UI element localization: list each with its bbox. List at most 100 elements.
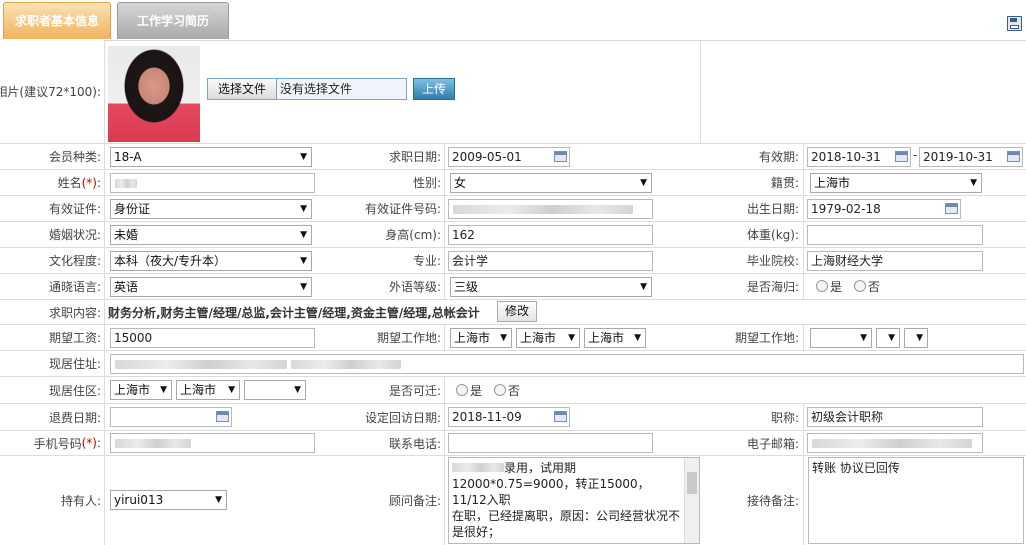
applicant-form: 相片(建议72*100): 选择文件 没有选择文件 上传 会员种类: 18-A ▼… bbox=[0, 40, 1026, 545]
current-area-select-1[interactable]: 上海市 ▼ bbox=[110, 380, 172, 400]
valid-to-input[interactable]: 2019-10-31 bbox=[919, 147, 1023, 167]
valid-from-input[interactable]: 2018-10-31 bbox=[807, 147, 911, 167]
tab-basic-info[interactable]: 求职者基本信息 bbox=[3, 2, 111, 39]
education-select[interactable]: 本科（夜大/专升本） ▼ bbox=[110, 251, 312, 271]
current-area-value-1: 上海市 bbox=[114, 383, 151, 397]
expected-location2-label: 期望工作地: bbox=[700, 325, 802, 350]
overseas-no-radio[interactable] bbox=[853, 280, 866, 292]
chevron-down-icon: ▼ bbox=[634, 333, 641, 343]
name-label-text: 姓名 bbox=[57, 176, 82, 190]
chevron-down-icon: ▼ bbox=[160, 385, 167, 395]
expected-location2-select-1[interactable]: ▼ bbox=[810, 328, 872, 348]
mobile-label-colon: : bbox=[96, 436, 101, 450]
member-type-select[interactable]: 18-A ▼ bbox=[110, 147, 312, 167]
calendar-icon[interactable] bbox=[554, 151, 567, 162]
id-type-select[interactable]: 身份证 ▼ bbox=[110, 199, 312, 219]
calendar-icon[interactable] bbox=[895, 151, 908, 162]
notes-scrollbar[interactable] bbox=[684, 458, 699, 543]
expected-location-select-2[interactable]: 上海市 ▼ bbox=[516, 328, 580, 348]
current-address-input[interactable] bbox=[110, 354, 1024, 374]
height-input[interactable]: 162 bbox=[448, 225, 653, 245]
marital-label: 婚姻状况: bbox=[0, 222, 104, 247]
return-visit-date-input[interactable]: 2018-11-09 bbox=[448, 407, 570, 427]
choose-file-button[interactable]: 选择文件 bbox=[208, 79, 277, 99]
file-picker[interactable]: 选择文件 没有选择文件 bbox=[207, 78, 407, 100]
row-id: 有效证件: 身份证 ▼ 有效证件号码: 出生日期: 1979-02-18 bbox=[0, 196, 1026, 222]
upload-button[interactable]: 上传 bbox=[413, 78, 455, 100]
relocate-no-radio[interactable] bbox=[493, 384, 506, 396]
education-label: 文化程度: bbox=[0, 248, 104, 273]
reception-notes-label: 接待备注: bbox=[700, 456, 802, 545]
calendar-icon[interactable] bbox=[554, 411, 567, 422]
current-area-select-2[interactable]: 上海市 ▼ bbox=[176, 380, 240, 400]
chevron-down-icon: ▼ bbox=[568, 333, 575, 343]
current-area-select-3[interactable]: ▼ bbox=[244, 380, 306, 400]
save-icon[interactable] bbox=[1007, 16, 1022, 31]
calendar-icon[interactable] bbox=[216, 411, 229, 422]
chevron-down-icon: ▼ bbox=[215, 495, 222, 505]
school-input[interactable]: 上海财经大学 bbox=[807, 251, 983, 271]
row-current-area: 现居住区: 上海市 ▼ 上海市 ▼ ▼ 是否可迁: 是 否 bbox=[0, 377, 1026, 404]
row-current-address: 现居住址: bbox=[0, 351, 1026, 377]
current-area-value-2: 上海市 bbox=[180, 383, 217, 397]
calendar-icon[interactable] bbox=[945, 203, 958, 214]
row-member-type: 会员种类: 18-A ▼ 求职日期: 2009-05-01 有效期: 2018-1… bbox=[0, 144, 1026, 170]
valid-period-label: 有效期: bbox=[700, 144, 802, 169]
email-input[interactable] bbox=[807, 433, 983, 453]
consultant-notes-textarea[interactable]: 录用，试用期 12000*0.75=9000，转正15000， 11/12入职 … bbox=[448, 457, 700, 544]
expected-location-select-1[interactable]: 上海市 ▼ bbox=[450, 328, 512, 348]
return-visit-date-label: 设定回访日期: bbox=[360, 404, 444, 430]
weight-input[interactable] bbox=[807, 225, 983, 245]
row-name: 姓名 (*): 性别: 女 ▼ 籍贯: 上海市 ▼ bbox=[0, 170, 1026, 196]
expected-location-select-3[interactable]: 上海市 ▼ bbox=[584, 328, 646, 348]
expected-location2-select-2[interactable]: ▼ bbox=[876, 328, 900, 348]
calendar-icon[interactable] bbox=[1007, 151, 1020, 162]
chevron-down-icon: ▼ bbox=[300, 204, 307, 214]
relocate-yes-radio[interactable] bbox=[456, 384, 468, 396]
birth-date-input[interactable]: 1979-02-18 bbox=[807, 199, 961, 219]
relocate-no-label: 否 bbox=[507, 384, 520, 398]
expected-location-label: 期望工作地: bbox=[360, 325, 444, 350]
mobile-input[interactable] bbox=[110, 433, 315, 453]
refund-date-input[interactable] bbox=[110, 407, 232, 427]
valid-from-value: 2018-10-31 bbox=[811, 150, 881, 164]
foreign-level-select[interactable]: 三级 ▼ bbox=[450, 277, 652, 297]
expected-salary-input[interactable]: 15000 bbox=[110, 328, 315, 348]
reception-notes-textarea[interactable]: 转账 协议已回传 bbox=[808, 457, 1024, 544]
id-number-input[interactable] bbox=[448, 199, 653, 219]
name-input[interactable] bbox=[110, 173, 315, 193]
chevron-down-icon: ▼ bbox=[888, 333, 895, 343]
edit-job-content-button[interactable]: 修改 bbox=[497, 301, 537, 322]
chevron-down-icon: ▼ bbox=[640, 282, 647, 292]
row-job-content: 求职内容: 财务分析,财务主管/经理/总监,会计主管/经理,资金主管/经理,总帐… bbox=[0, 300, 1026, 325]
apply-date-input[interactable]: 2009-05-01 bbox=[448, 147, 570, 167]
relocate-label: 是否可迁: bbox=[360, 377, 444, 403]
chevron-down-icon: ▼ bbox=[300, 256, 307, 266]
row-mobile: 手机号码 (*): 联系电话: 电子邮箱: bbox=[0, 431, 1026, 456]
chevron-down-icon: ▼ bbox=[300, 282, 307, 292]
marital-select[interactable]: 未婚 ▼ bbox=[110, 225, 312, 245]
refund-date-label: 退费日期: bbox=[0, 404, 104, 430]
tab-work-study-resume[interactable]: 工作学习简历 bbox=[117, 2, 229, 39]
phone-input[interactable] bbox=[448, 433, 653, 453]
relocate-yes-label: 是 bbox=[470, 384, 483, 398]
title-input[interactable]: 初级会计职称 bbox=[807, 407, 983, 427]
gender-select[interactable]: 女 ▼ bbox=[450, 173, 652, 193]
overseas-yes-radio[interactable] bbox=[816, 280, 828, 292]
marital-value: 未婚 bbox=[114, 228, 139, 242]
holder-select[interactable]: yirui013 ▼ bbox=[110, 490, 227, 510]
valid-to-value: 2019-10-31 bbox=[923, 150, 993, 164]
id-type-value: 身份证 bbox=[114, 202, 151, 216]
expected-location2-select-3[interactable]: ▼ bbox=[904, 328, 928, 348]
name-label: 姓名 (*): bbox=[0, 170, 104, 195]
row-expected-salary: 期望工资: 15000 期望工作地: 上海市 ▼ 上海市 ▼ 上海市 ▼ 期望工作地:… bbox=[0, 325, 1026, 351]
major-input[interactable]: 会计学 bbox=[448, 251, 653, 271]
apply-date-value: 2009-05-01 bbox=[452, 150, 522, 164]
chevron-down-icon: ▼ bbox=[860, 333, 867, 343]
mobile-label: 手机号码 (*): bbox=[0, 431, 104, 455]
native-place-select[interactable]: 上海市 ▼ bbox=[810, 173, 982, 193]
weight-label: 体重(kg): bbox=[700, 222, 802, 247]
language-select[interactable]: 英语 ▼ bbox=[110, 277, 312, 297]
overseas-no-label: 否 bbox=[867, 280, 880, 294]
chevron-down-icon: ▼ bbox=[500, 333, 507, 343]
